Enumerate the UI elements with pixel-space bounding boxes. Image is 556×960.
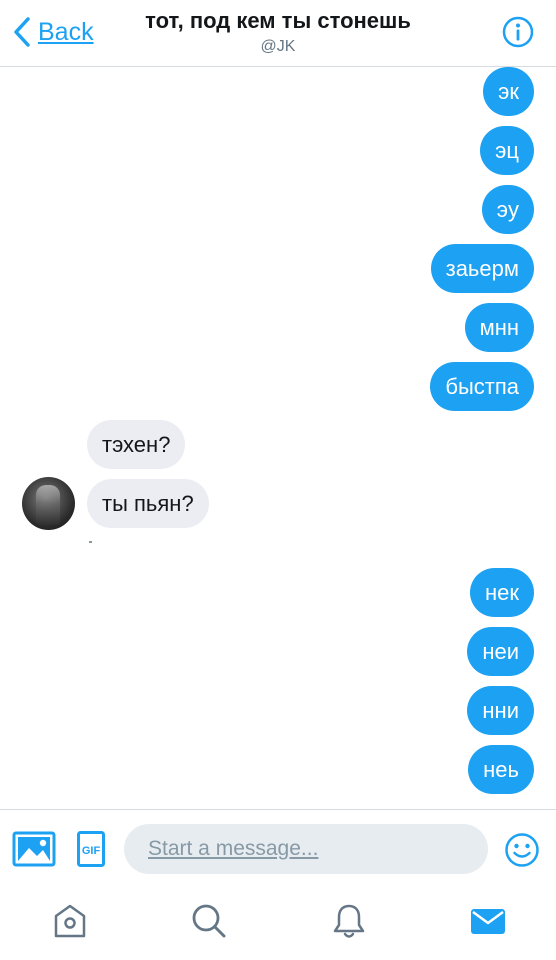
message-bubble-outgoing[interactable]: нек (469, 568, 534, 617)
emoji-button[interactable] (504, 832, 540, 868)
search-icon (192, 904, 226, 938)
home-icon (54, 904, 86, 938)
conversation-header: Back тот, под кем ты стонешь @JK (0, 0, 556, 67)
message-bubble-outgoing[interactable]: неи (467, 627, 534, 676)
avatar-photo (36, 485, 60, 525)
bell-icon (333, 904, 365, 938)
message-bubble-incoming[interactable]: тэхен? (87, 420, 186, 469)
message-composer: GIF (0, 809, 556, 888)
conversation-title: тот, под кем ты стонешь (145, 8, 411, 33)
tab-messages[interactable] (468, 901, 508, 941)
smiley-icon (505, 833, 539, 867)
info-icon (502, 16, 534, 48)
message-bubble-outgoing[interactable]: эц (480, 126, 534, 175)
gif-label: GIF (82, 845, 101, 857)
message-bubble-outgoing[interactable]: неь (468, 745, 534, 794)
tab-notifications[interactable] (329, 901, 369, 941)
message-bubble-outgoing[interactable]: эу (481, 185, 534, 234)
message-bubble-incoming[interactable]: ты пьян? (87, 479, 209, 528)
tab-home[interactable] (50, 901, 90, 941)
message-thread[interactable]: эк эц эу заьерм мнн быстпа тэхен? ты пья… (0, 67, 556, 809)
message-bubble-outgoing[interactable]: нни (467, 686, 534, 735)
message-bubble-outgoing[interactable]: мнн (464, 303, 534, 352)
message-bubble-outgoing[interactable]: заьерм (430, 244, 534, 293)
message-bubble-outgoing[interactable]: эк (483, 67, 534, 116)
timestamp-marker (89, 541, 92, 543)
sender-avatar[interactable] (22, 477, 75, 530)
add-photo-button[interactable] (12, 831, 56, 867)
gif-button[interactable]: GIF (77, 831, 105, 867)
mail-icon (471, 909, 505, 934)
gif-icon: GIF (77, 831, 105, 867)
info-button[interactable] (502, 16, 534, 48)
tab-search[interactable] (189, 901, 229, 941)
tab-bar (0, 887, 556, 960)
image-icon (12, 831, 56, 867)
message-input[interactable] (124, 824, 488, 874)
conversation-handle: @JK (260, 38, 296, 55)
message-bubble-outgoing[interactable]: быстпа (430, 362, 534, 411)
